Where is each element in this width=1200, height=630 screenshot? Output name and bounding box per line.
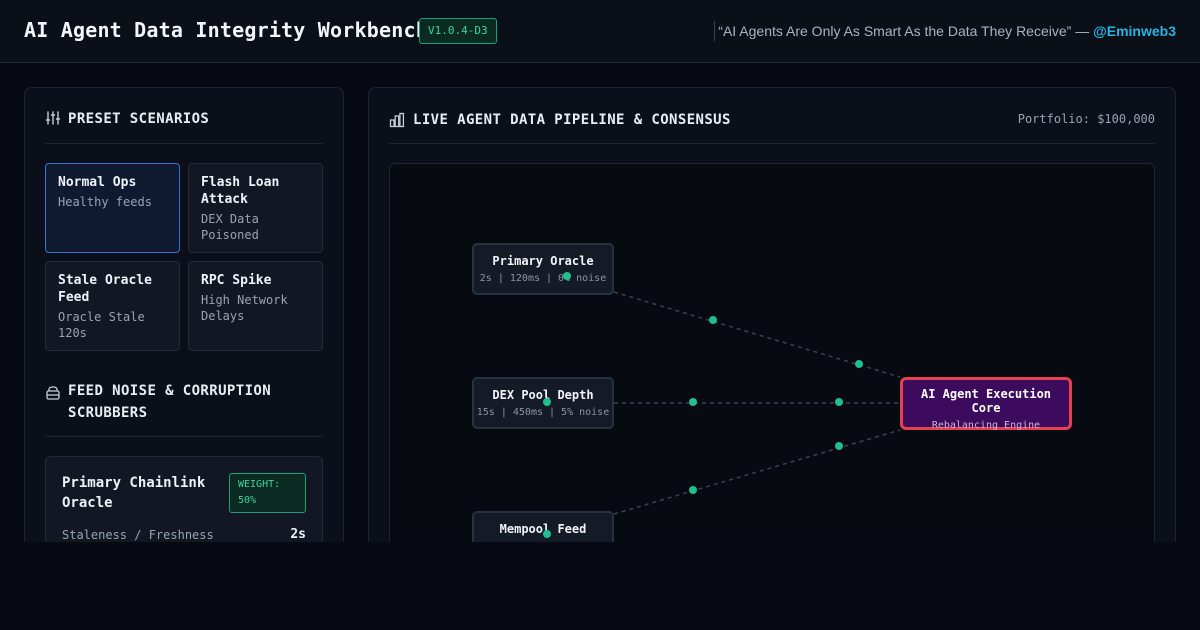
bar-chart-icon xyxy=(389,112,405,128)
version-badge: V1.0.4-D3 xyxy=(419,18,497,44)
pipeline-title: LIVE AGENT DATA PIPELINE & CONSENSUS xyxy=(413,112,731,128)
packet-dot xyxy=(689,398,697,406)
top-header: AI Agent Data Integrity Workbench V1.0.4… xyxy=(0,0,1200,63)
preset-subtitle: High Network Delays xyxy=(201,293,288,323)
agent-execution-core[interactable]: AI Agent Execution Core Rebalancing Engi… xyxy=(900,377,1072,431)
packet-dot xyxy=(689,486,697,494)
core-title: AI Agent Execution Core xyxy=(920,387,1052,415)
database-icon xyxy=(46,386,60,400)
packet-dot xyxy=(835,398,843,406)
packet-dot xyxy=(543,530,551,538)
node-stats: 2s | 120ms | 0% noise xyxy=(479,273,607,284)
link-mempool-to-core xyxy=(613,429,901,515)
app-title: AI Agent Data Integrity Workbench xyxy=(24,18,428,42)
quote-text: “AI Agents Are Only As Smart As the Data… xyxy=(718,23,1090,39)
preset-flash-loan-attack[interactable]: Flash Loan Attack DEX Data Poisoned xyxy=(188,163,323,253)
core-subtitle: Rebalancing Engine xyxy=(931,420,1041,431)
author-handle-link[interactable]: @Eminweb3 xyxy=(1093,23,1176,39)
preset-subtitle: Healthy feeds xyxy=(58,195,152,209)
preset-title: RPC Spike xyxy=(201,273,272,288)
pipeline-panel: LIVE AGENT DATA PIPELINE & CONSENSUS Por… xyxy=(368,87,1176,567)
packet-dot xyxy=(563,272,571,280)
preset-scenarios-title: PRESET SCENARIOS xyxy=(68,111,210,127)
preset-normal-ops[interactable]: Normal Ops Healthy feeds xyxy=(45,163,180,253)
header-quote: “AI Agents Are Only As Smart As the Data… xyxy=(718,21,1176,41)
app-root: AI Agent Data Integrity Workbench V1.0.4… xyxy=(0,0,1200,630)
node-title: Primary Oracle xyxy=(492,254,594,268)
preset-title: Flash Loan Attack xyxy=(201,175,280,207)
portfolio-value: Portfolio: $100,000 xyxy=(1017,112,1155,126)
preset-grid: Normal Ops Healthy feeds Flash Loan Atta… xyxy=(45,163,323,351)
sliders-icon xyxy=(45,111,61,125)
feed-name: Primary Chainlink Oracle xyxy=(62,475,206,511)
preset-scenarios-header: PRESET SCENARIOS xyxy=(45,108,323,144)
header-divider xyxy=(714,21,715,41)
packet-dot xyxy=(855,360,863,368)
packet-dot xyxy=(709,316,717,324)
node-primary-oracle[interactable]: Primary Oracle 2s | 120ms | 0% noise xyxy=(472,243,614,295)
preset-title: Normal Ops xyxy=(58,175,137,190)
staleness-label: Staleness / Freshness xyxy=(62,528,214,542)
packet-dot xyxy=(835,442,843,450)
packet-dot xyxy=(543,398,551,406)
pipeline-links xyxy=(613,291,901,515)
staleness-value: 2s xyxy=(290,527,306,542)
scrubbers-header: FEED NOISE & CORRUPTION SCRUBBERS xyxy=(45,380,323,437)
pipeline-canvas: Primary Oracle 2s | 120ms | 0% noise DEX… xyxy=(389,163,1155,566)
scrubbers-title: FEED NOISE & CORRUPTION SCRUBBERS xyxy=(68,383,272,421)
preset-title: Stale Oracle Feed xyxy=(58,273,152,305)
left-control-panel: PRESET SCENARIOS Normal Ops Healthy feed… xyxy=(24,87,344,567)
page-bottom-fill xyxy=(0,542,1200,630)
preset-stale-oracle-feed[interactable]: Stale Oracle Feed Oracle Stale 120s xyxy=(45,261,180,351)
preset-subtitle: Oracle Stale 120s xyxy=(58,310,145,340)
preset-subtitle: DEX Data Poisoned xyxy=(201,212,259,242)
node-stats: 15s | 450ms | 5% noise xyxy=(476,407,610,418)
preset-rpc-spike[interactable]: RPC Spike High Network Delays xyxy=(188,261,323,351)
weight-badge: WEIGHT: 50% xyxy=(229,473,306,513)
